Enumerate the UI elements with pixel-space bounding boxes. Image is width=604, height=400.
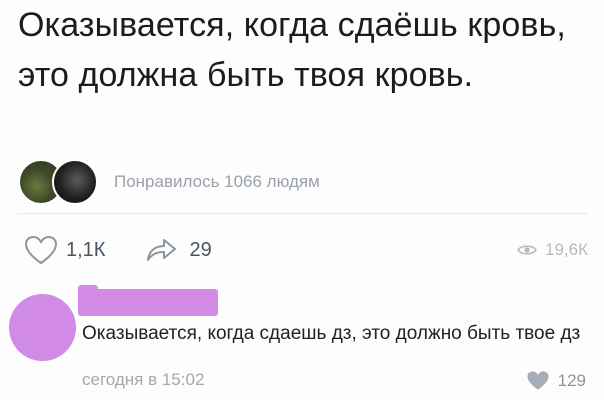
comment: Оказывается, когда сдаешь дз, это должно… [0,285,604,400]
share-count: 29 [189,238,212,261]
eye-icon [517,245,537,255]
share-arrow-icon [147,239,177,261]
views-counter: 19,6К [517,240,588,260]
liked-by-text[interactable]: Понравилось 1066 людям [114,172,320,192]
heart-outline-icon [24,235,58,265]
comment-like-button[interactable]: 129 [526,370,586,391]
post-card: Оказывается, когда сдаёшь кровь, это дол… [0,0,604,400]
liker-avatar[interactable] [52,159,98,205]
divider [18,213,588,214]
post-actions: 1,1К 29 19,6К [18,228,588,272]
like-button[interactable]: 1,1К [24,235,105,265]
heart-filled-icon [527,371,549,390]
commenter-avatar[interactable] [9,294,76,361]
liked-by-row[interactable]: Понравилось 1066 людям [18,157,320,207]
comment-like-count: 129 [557,370,586,390]
commenter-name-redacted[interactable] [78,289,218,316]
like-count: 1,1К [66,238,106,261]
share-button[interactable]: 29 [145,236,212,264]
post-text: Оказывается, когда сдаёшь кровь, это дол… [18,6,566,94]
comment-time: сегодня в 15:02 [82,370,205,389]
comment-text: Оказывается, когда сдаешь дз, это должно… [82,323,581,344]
views-count: 19,6К [545,240,588,259]
